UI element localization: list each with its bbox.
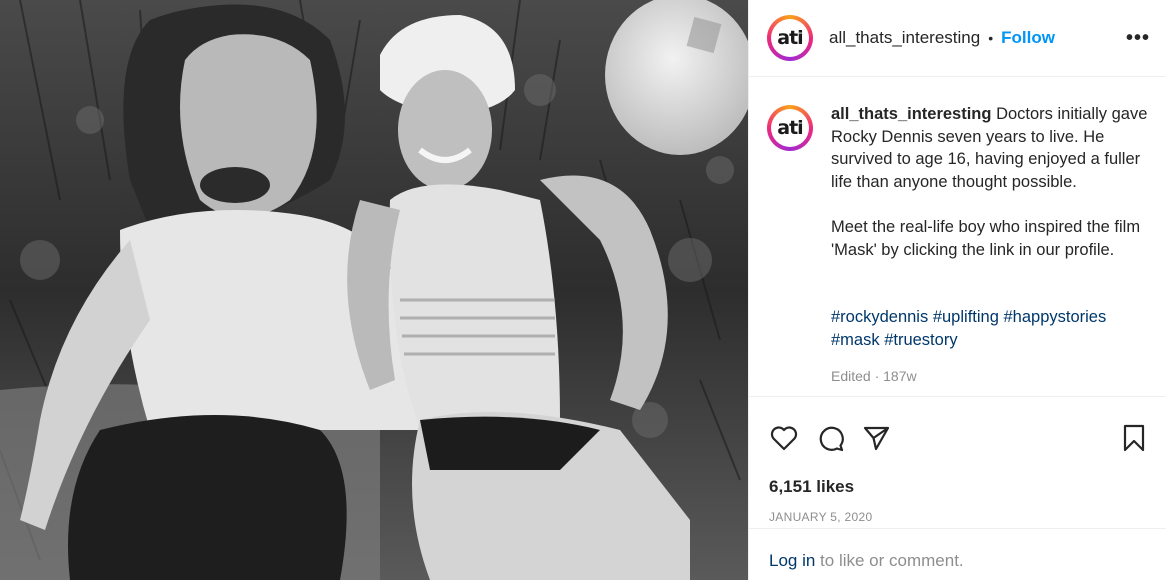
instagram-post: ati all_thats_interesting • Follow ••• a… [0,0,1166,580]
account-username[interactable]: all_thats_interesting [829,28,980,48]
hashtag-link[interactable]: #happystories [1003,308,1106,326]
hashtag-link[interactable]: #mask [831,331,880,349]
likes-count[interactable]: 6,151 likes [749,453,1166,497]
heart-icon[interactable] [769,423,799,453]
share-icon[interactable] [861,423,891,453]
caption-avatar-logo: ati [771,109,809,147]
post-date: JANUARY 5, 2020 [769,510,873,524]
caption-meta: Edited · 187w [831,368,917,385]
post-side-panel: ati all_thats_interesting • Follow ••• a… [748,0,1166,580]
bookmark-icon[interactable] [1119,423,1149,453]
hashtag-link[interactable]: #truestory [884,331,957,349]
caption-username[interactable]: all_thats_interesting [831,105,991,123]
comment-icon[interactable] [815,423,845,453]
hashtag-link[interactable]: #uplifting [933,308,999,326]
login-link[interactable]: Log in [769,551,815,570]
caption-paragraph-2: Meet the real-life boy who inspired the … [831,217,1141,259]
post-photo[interactable] [0,0,748,580]
login-prompt: Log in to like or comment. [749,528,1166,580]
account-avatar[interactable]: ati [767,15,813,61]
caption-hashtags: #rockydennis #uplifting #happystories #m… [831,306,1148,351]
post-header: ati all_thats_interesting • Follow ••• [749,0,1166,77]
caption-text: all_thats_interesting Doctors initially … [831,103,1148,388]
caption-comment: ati all_thats_interesting Doctors initia… [767,103,1148,388]
hashtag-link[interactable]: #rockydennis [831,308,928,326]
login-prompt-text: to like or comment. [815,551,964,570]
caption-avatar[interactable]: ati [767,105,813,151]
follow-button[interactable]: Follow [1001,28,1055,48]
header-separator: • [988,30,994,46]
account-avatar-logo: ati [771,19,809,57]
post-photo-image [0,0,748,580]
more-options-icon[interactable]: ••• [1126,27,1150,50]
action-icon-row [749,397,1166,453]
caption-scroll-area[interactable]: ati all_thats_interesting Doctors initia… [749,77,1166,395]
